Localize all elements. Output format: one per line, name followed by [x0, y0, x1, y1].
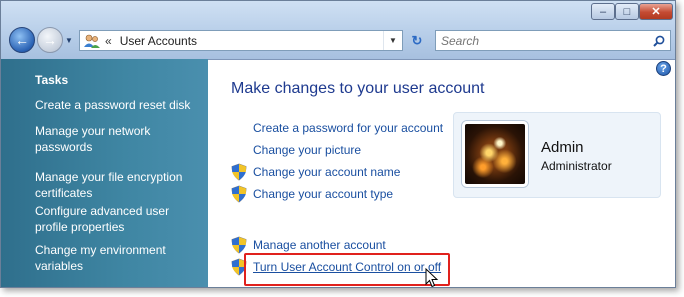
- page-title: Make changes to your user account: [231, 80, 485, 97]
- highlight-box: [244, 253, 450, 286]
- address-text: User Accounts: [119, 33, 198, 48]
- user-accounts-window: – □ ✕ ← → ▼ « User Accounts ▼ ↻ Search T…: [0, 0, 676, 288]
- search-input[interactable]: [441, 33, 641, 48]
- tasks-sidebar: Tasks Create a password reset disk Manag…: [1, 59, 208, 287]
- forward-arrow-icon: →: [43, 32, 57, 48]
- uac-shield-icon: [231, 185, 247, 203]
- title-bar: – □ ✕ ← → ▼ « User Accounts ▼ ↻: [1, 1, 675, 60]
- link-manage-another-account[interactable]: Manage another account: [253, 238, 386, 252]
- account-role: Administrator: [541, 159, 612, 173]
- refresh-icon: ↻: [411, 32, 423, 48]
- link-change-account-name[interactable]: Change your account name: [253, 165, 400, 179]
- link-change-account-type[interactable]: Change your account type: [253, 187, 393, 201]
- close-button[interactable]: ✕: [639, 3, 673, 20]
- sidebar-item-network-passwords[interactable]: Manage your network passwords: [35, 123, 200, 155]
- account-name: Admin: [541, 139, 584, 156]
- address-bar[interactable]: « User Accounts ▼: [79, 30, 403, 51]
- mouse-cursor-icon: [425, 268, 439, 287]
- account-card: Admin Administrator: [453, 112, 661, 198]
- sidebar-item-profile-properties[interactable]: Configure advanced user profile properti…: [35, 203, 200, 235]
- recent-pages-dropdown-icon[interactable]: ▼: [65, 36, 75, 46]
- back-arrow-icon: ←: [15, 32, 29, 48]
- link-create-password[interactable]: Create a password for your account: [253, 121, 443, 135]
- help-icon[interactable]: ?: [656, 61, 671, 76]
- address-dropdown-icon[interactable]: ▼: [383, 31, 402, 50]
- maximize-button[interactable]: □: [615, 3, 639, 20]
- back-button[interactable]: ←: [9, 27, 35, 53]
- tasks-heading: Tasks: [35, 73, 69, 87]
- sidebar-item-environment-variables[interactable]: Change my environment variables: [35, 242, 200, 274]
- forward-button[interactable]: →: [37, 27, 63, 53]
- link-change-picture[interactable]: Change your picture: [253, 143, 361, 157]
- refresh-button[interactable]: ↻: [405, 30, 429, 51]
- sidebar-item-password-reset-disk[interactable]: Create a password reset disk: [35, 97, 200, 113]
- address-separator: «: [105, 33, 112, 48]
- control-panel-users-icon: [83, 33, 101, 49]
- sidebar-item-encryption-certificates[interactable]: Manage your file encryption certificates: [35, 169, 200, 201]
- uac-shield-icon: [231, 236, 247, 254]
- avatar: [462, 121, 528, 187]
- search-box[interactable]: [435, 30, 671, 51]
- search-icon[interactable]: [652, 34, 666, 48]
- uac-shield-icon: [231, 163, 247, 181]
- minimize-button[interactable]: –: [591, 3, 615, 20]
